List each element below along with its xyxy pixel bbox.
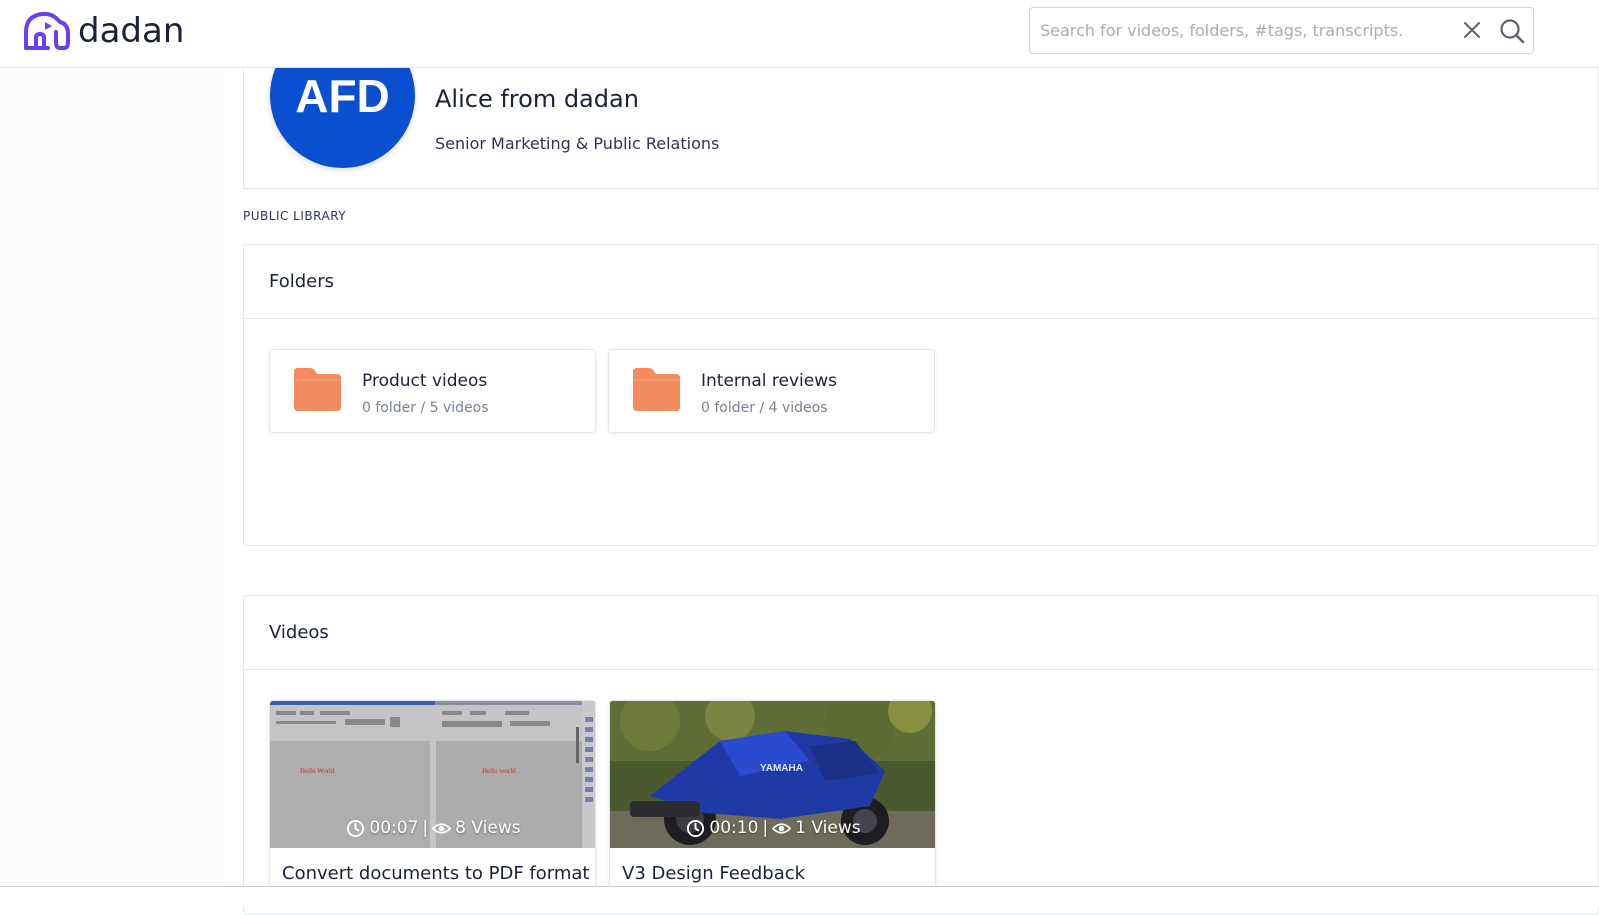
avatar-initials: AFD	[295, 69, 390, 122]
logo-elephant-icon	[24, 11, 70, 50]
logo-wordmark: dadan	[78, 11, 185, 51]
stats-separator: |	[422, 818, 429, 838]
bottom-strip	[0, 887, 1599, 907]
eye-icon	[432, 822, 452, 834]
thumb-text-left: Hello World	[300, 767, 335, 775]
thumb-text-right: Hello world	[482, 767, 516, 775]
search-icon[interactable]	[1498, 17, 1526, 45]
public-library-label: PUBLIC LIBRARY	[243, 209, 347, 223]
videos-panel: Videos Hello World Hello world 00:07 | 8…	[243, 595, 1599, 915]
eye-icon	[772, 822, 792, 834]
profile-role: Senior Marketing & Public Relations	[435, 134, 720, 153]
video-duration: 00:10	[709, 818, 759, 838]
search-box	[1029, 7, 1534, 54]
video-stats: 00:07 | 8 Views	[270, 818, 595, 838]
folder-card-product-videos[interactable]: Product videos 0 folder / 5 videos	[269, 349, 596, 433]
video-views: 8 Views	[455, 818, 521, 838]
video-thumbnail[interactable]: YAMAHA 00:10 | 1 Views	[610, 701, 935, 848]
folder-meta: 0 folder / 5 videos	[362, 400, 489, 416]
folders-panel: Folders Product videos 0 folder / 5 vide…	[243, 244, 1599, 546]
video-card-v3-design-feedback[interactable]: YAMAHA 00:10 | 1 Views V3 Design Feedbac…	[609, 700, 936, 900]
search-input[interactable]	[1040, 8, 1450, 53]
videos-title: Videos	[244, 596, 1598, 670]
video-thumbnail[interactable]: Hello World Hello world 00:07 | 8 Views	[270, 701, 595, 848]
top-bar: dadan	[0, 0, 1599, 68]
folder-name: Product videos	[362, 371, 488, 391]
folder-card-internal-reviews[interactable]: Internal reviews 0 folder / 4 videos	[608, 349, 935, 433]
folder-icon	[633, 368, 680, 411]
video-title[interactable]: Convert documents to PDF format	[282, 863, 589, 884]
video-title[interactable]: V3 Design Feedback	[622, 863, 805, 884]
folder-meta: 0 folder / 4 videos	[701, 400, 828, 416]
thumb-brand-text: YAMAHA	[760, 763, 803, 774]
folder-icon	[294, 368, 341, 411]
dadan-logo[interactable]: dadan	[22, 10, 184, 52]
profile-name: Alice from dadan	[435, 85, 639, 113]
video-stats: 00:10 | 1 Views	[610, 818, 935, 838]
video-card-convert-documents[interactable]: Hello World Hello world 00:07 | 8 Views …	[269, 700, 596, 900]
video-views: 1 Views	[795, 818, 861, 838]
close-icon[interactable]	[1460, 18, 1484, 42]
folders-title: Folders	[244, 245, 1598, 319]
folder-name: Internal reviews	[701, 371, 837, 391]
video-duration: 00:07	[369, 818, 419, 838]
stats-separator: |	[762, 818, 769, 838]
clock-icon	[347, 819, 365, 837]
sidebar	[0, 68, 225, 907]
clock-icon	[687, 819, 705, 837]
